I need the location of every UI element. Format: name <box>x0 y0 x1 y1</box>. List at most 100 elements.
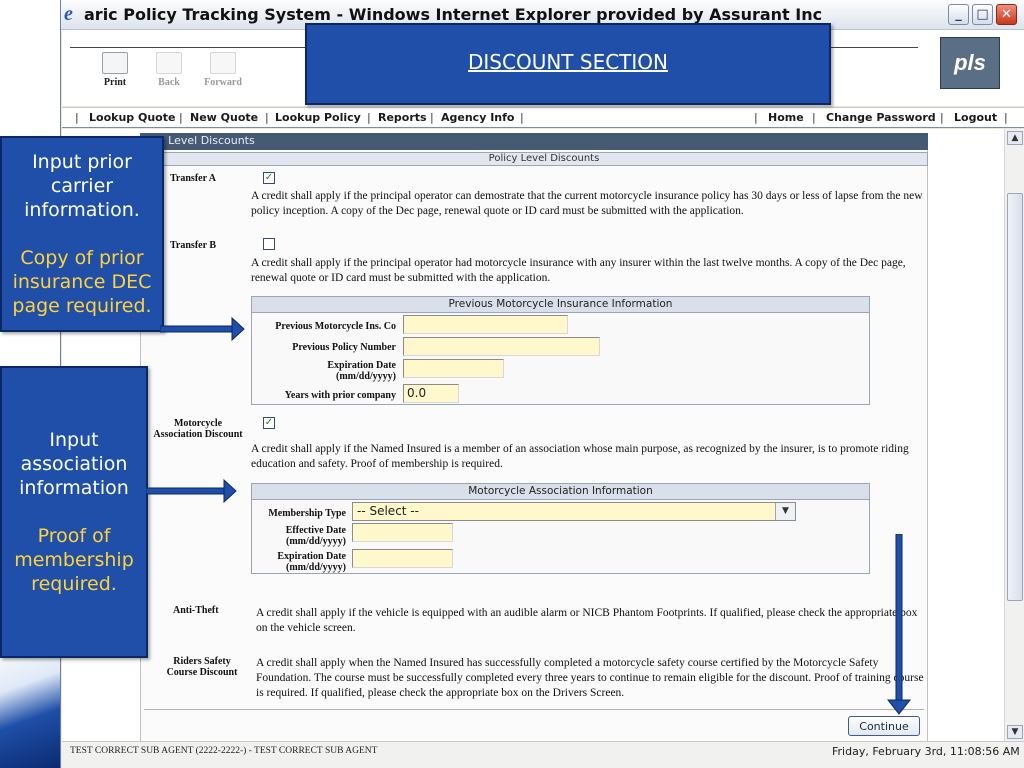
association-label-line2: Association Discount <box>153 429 243 440</box>
prior-carrier-arrow-icon <box>160 316 245 342</box>
association-box: Motorcycle Association Information Membe… <box>251 483 870 574</box>
menu-separator: | <box>179 111 183 124</box>
menu-separator: | <box>520 111 524 124</box>
transfer-b-checkbox[interactable] <box>263 238 275 250</box>
menu-separator: | <box>754 111 758 124</box>
continue-button[interactable]: Continue <box>848 716 920 736</box>
prior-expiration-input[interactable] <box>403 359 504 378</box>
continue-arrow-icon <box>886 534 912 715</box>
riders-safety-label: Riders Safety Course Discount <box>150 656 254 678</box>
prior-company-label: Previous Motorcycle Ins. Co <box>275 321 396 332</box>
print-icon <box>102 52 128 74</box>
menu-separator: | <box>940 111 944 124</box>
main-menu: | Lookup Quote | New Quote | Lookup Poli… <box>62 107 1024 128</box>
prior-years-label: Years with prior company <box>284 390 396 401</box>
prior-policy-input[interactable] <box>403 337 600 356</box>
pls-logo: pls <box>940 37 1000 89</box>
slide-swoosh-decoration <box>0 640 62 768</box>
menu-separator: | <box>75 111 79 124</box>
pls-logo-text: pls <box>954 50 986 75</box>
panel-subtitle: Policy Level Discounts <box>160 152 928 166</box>
scroll-down-icon[interactable]: ▼ <box>1007 725 1023 739</box>
panel-title: licy Level Discounts <box>140 133 928 150</box>
scroll-thumb[interactable] <box>1007 193 1023 601</box>
forward-icon <box>210 52 236 74</box>
menu-change-password[interactable]: Change Password <box>826 111 936 124</box>
association-checkbox[interactable]: ✓ <box>263 417 275 429</box>
vertical-scrollbar[interactable]: ▲ ▼ <box>1004 129 1024 741</box>
menu-separator: | <box>1004 111 1008 124</box>
prior-carrier-requirement: Copy of prior insurance DEC page require… <box>12 247 152 317</box>
menu-reports[interactable]: Reports <box>378 111 427 124</box>
association-label: Motorcycle Association Discount <box>144 418 252 440</box>
anti-theft-label: Anti-Theft <box>173 605 219 616</box>
effective-date-format: (mm/dd/yyyy) <box>286 536 346 547</box>
effective-date-label: Effective Date (mm/dd/yyyy) <box>256 525 346 547</box>
menu-agency-info[interactable]: Agency Info <box>441 111 514 124</box>
prior-insurance-box: Previous Motorcycle Insurance Informatio… <box>251 296 870 405</box>
prior-carrier-callout: Input prior carrier information. Copy of… <box>0 136 164 332</box>
transfer-a-label: Transfer A <box>170 173 217 184</box>
prior-company-input[interactable] <box>403 315 568 334</box>
menu-lookup-quote[interactable]: Lookup Quote <box>89 111 175 124</box>
anti-theft-description: A credit shall apply if the vehicle is e… <box>256 607 918 634</box>
association-callout: Input association information Proof of m… <box>0 366 148 658</box>
assoc-expiration-label-text: Expiration Date <box>277 551 346 562</box>
content-divider <box>144 709 924 710</box>
window-title: aric Policy Tracking System - Windows In… <box>84 5 823 24</box>
scroll-up-icon[interactable]: ▲ <box>1007 131 1023 145</box>
print-label: Print <box>103 77 127 88</box>
prior-expiration-label: Expiration Date (mm/dd/yyyy) <box>256 360 396 382</box>
riders-safety-description: A credit shall apply when the Named Insu… <box>256 657 924 699</box>
print-button[interactable]: Print <box>90 52 140 88</box>
maximize-button[interactable]: □ <box>972 4 993 25</box>
agent-status: TEST CORRECT SUB AGENT (2222-2222-) - TE… <box>70 746 378 756</box>
association-description: A credit shall apply if the Named Insure… <box>251 443 909 470</box>
status-bar: TEST CORRECT SUB AGENT (2222-2222-) - TE… <box>62 741 1024 768</box>
prior-expiration-label-text: Expiration Date <box>327 360 396 371</box>
close-button[interactable]: ✕ <box>996 4 1017 25</box>
forward-button[interactable]: Forward <box>198 52 248 88</box>
menu-separator: | <box>812 111 816 124</box>
association-box-title: Motorcycle Association Information <box>252 484 869 500</box>
menu-new-quote[interactable]: New Quote <box>190 111 258 124</box>
chevron-down-icon[interactable]: ▼ <box>775 503 795 520</box>
membership-type-select[interactable]: -- Select -- ▼ <box>352 502 796 521</box>
discount-section-callout: DISCOUNT SECTION <box>305 23 831 105</box>
riders-safety-label-line2: Course Discount <box>166 667 238 678</box>
effective-date-input[interactable] <box>352 523 453 542</box>
assoc-expiration-label: Expiration Date (mm/dd/yyyy) <box>256 551 346 573</box>
prior-expiration-format: (mm/dd/yyyy) <box>336 371 396 382</box>
back-button[interactable]: Back <box>144 52 194 88</box>
transfer-b-label: Transfer B <box>170 240 217 251</box>
prior-insurance-title: Previous Motorcycle Insurance Informatio… <box>252 297 869 313</box>
riders-safety-label-line1: Riders Safety <box>173 656 231 667</box>
minimize-button[interactable]: _ <box>948 4 969 25</box>
prior-policy-label: Previous Policy Number <box>292 342 396 353</box>
transfer-b-description: A credit shall apply if the principal op… <box>251 257 906 284</box>
association-label-line1: Motorcycle <box>173 418 223 429</box>
menu-logout[interactable]: Logout <box>954 111 997 124</box>
discount-section-heading: DISCOUNT SECTION <box>468 50 668 74</box>
datetime-status: Friday, February 3rd, 11:08:56 AM <box>832 745 1020 758</box>
association-instruction: Input association information <box>19 429 129 499</box>
menu-separator: | <box>430 111 434 124</box>
effective-date-label-text: Effective Date <box>285 525 346 536</box>
ie-icon: e <box>64 3 73 25</box>
association-requirement: Proof of membership required. <box>14 525 134 595</box>
prior-carrier-instruction: Input prior carrier information. <box>24 151 140 221</box>
assoc-expiration-input[interactable] <box>352 549 453 568</box>
page-content: licy Level Discounts Policy Level Discou… <box>62 129 1004 741</box>
menu-separator: | <box>265 111 269 124</box>
membership-type-label: Membership Type <box>268 508 346 519</box>
membership-type-value: -- Select -- <box>357 504 419 518</box>
menu-separator: | <box>367 111 371 124</box>
menu-home[interactable]: Home <box>768 111 804 124</box>
assoc-expiration-format: (mm/dd/yyyy) <box>286 562 346 573</box>
menu-lookup-policy[interactable]: Lookup Policy <box>275 111 361 124</box>
transfer-a-checkbox[interactable]: ✓ <box>263 172 275 184</box>
association-arrow-icon <box>146 478 237 504</box>
back-label: Back <box>158 77 180 88</box>
browser-window: e aric Policy Tracking System - Windows … <box>60 0 1024 768</box>
prior-years-input[interactable]: 0.0 <box>403 384 459 403</box>
